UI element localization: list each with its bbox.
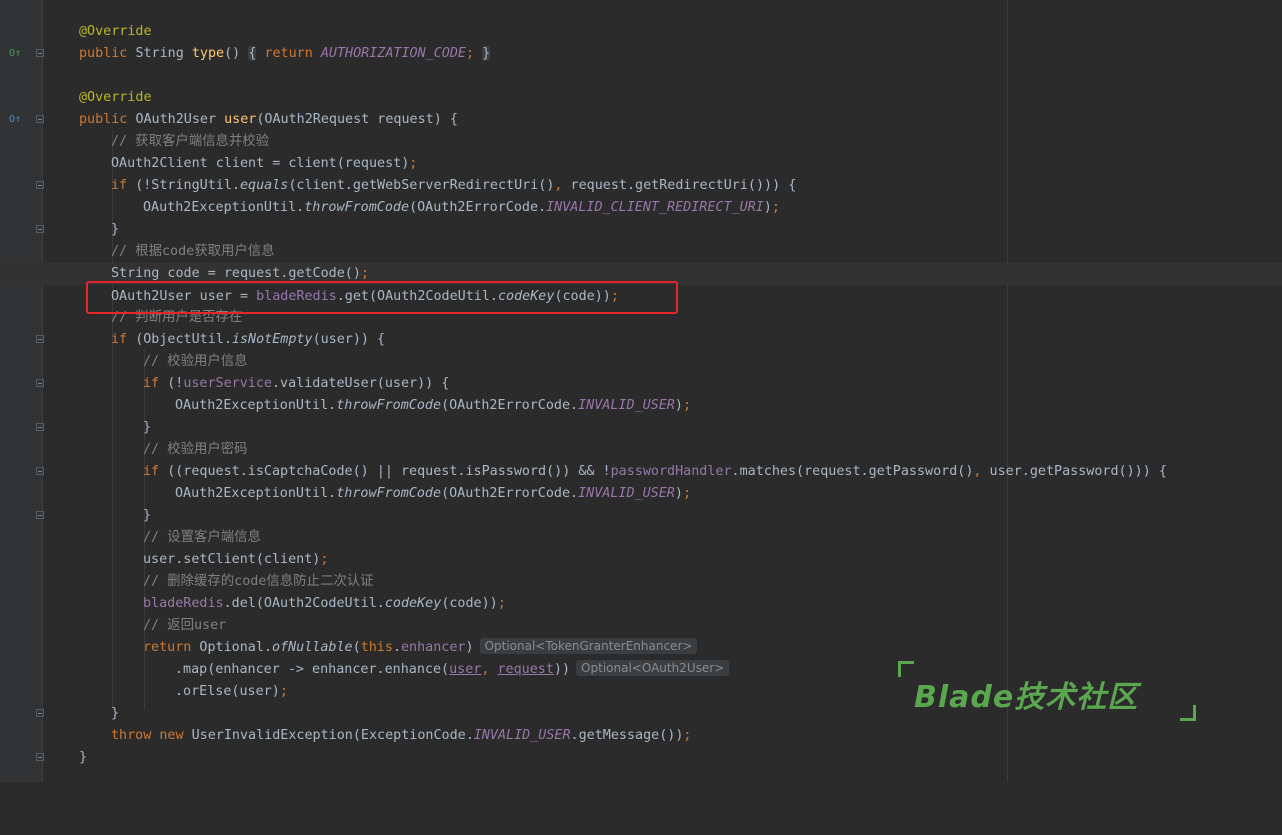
annotation: @Override: [79, 24, 152, 39]
comment: // 返回user: [143, 618, 227, 633]
code-line[interactable]: }: [0, 747, 1282, 769]
comment: // 获取客户端信息并校验: [111, 134, 270, 149]
code-line[interactable]: // 根据code获取用户信息: [0, 241, 1282, 263]
code-line[interactable]: // 校验用户信息: [0, 351, 1282, 373]
comment: // 校验用户信息: [143, 354, 248, 369]
code-line[interactable]: // 校验用户密码: [0, 439, 1282, 461]
fold-toggle-icon[interactable]: [36, 423, 44, 431]
fold-toggle-icon[interactable]: [36, 709, 44, 717]
comment: // 校验用户密码: [143, 442, 248, 457]
code-line[interactable]: OAuth2ExceptionUtil.throwFromCode(OAuth2…: [0, 197, 1282, 219]
fold-toggle-icon[interactable]: [36, 49, 44, 57]
code-line[interactable]: @Override: [0, 87, 1282, 109]
watermark-bracket-close: [1180, 705, 1196, 721]
override-method-icon[interactable]: O↑: [9, 109, 21, 131]
code-line[interactable]: }: [0, 417, 1282, 439]
code-line[interactable]: OAuth2Client client = client(request);: [0, 153, 1282, 175]
code-line[interactable]: if ((request.isCaptchaCode() || request.…: [0, 461, 1282, 483]
code-line[interactable]: throw new UserInvalidException(Exception…: [0, 725, 1282, 747]
code-line[interactable]: if (!StringUtil.equals(client.getWebServ…: [0, 175, 1282, 197]
code-line[interactable]: // 删除缓存的code信息防止二次认证: [0, 571, 1282, 593]
comment: // 删除缓存的code信息防止二次认证: [143, 574, 374, 589]
code-line[interactable]: O↑ public String type() { return AUTHORI…: [0, 43, 1282, 65]
code-line[interactable]: if (!userService.validateUser(user)) {: [0, 373, 1282, 395]
code-line[interactable]: // 设置客户端信息: [0, 527, 1282, 549]
fold-toggle-icon[interactable]: [36, 225, 44, 233]
comment: // 根据code获取用户信息: [111, 244, 275, 259]
code-line[interactable]: }: [0, 505, 1282, 527]
annotation: @Override: [79, 90, 152, 105]
code-line[interactable]: }: [0, 219, 1282, 241]
code-line[interactable]: bladeRedis.del(OAuth2CodeUtil.codeKey(co…: [0, 593, 1282, 615]
fold-toggle-icon[interactable]: [36, 115, 44, 123]
fold-toggle-icon[interactable]: [36, 467, 44, 475]
code-line[interactable]: OAuth2ExceptionUtil.throwFromCode(OAuth2…: [0, 483, 1282, 505]
comment: // 设置客户端信息: [143, 530, 261, 545]
code-line[interactable]: return Optional.ofNullable(this.enhancer…: [0, 637, 1282, 659]
type-inlay-hint: Optional<TokenGranterEnhancer>: [479, 638, 698, 654]
code-line[interactable]: // 返回user: [0, 615, 1282, 637]
fold-toggle-icon[interactable]: [36, 335, 44, 343]
highlight-box: [86, 281, 678, 314]
code-line[interactable]: OAuth2ExceptionUtil.throwFromCode(OAuth2…: [0, 395, 1282, 417]
override-method-icon[interactable]: O↑: [9, 43, 21, 65]
code-line[interactable]: @Override: [0, 21, 1282, 43]
folded-region-open[interactable]: {: [248, 46, 257, 61]
folded-region-close[interactable]: }: [482, 46, 491, 61]
watermark-bracket-open: [898, 661, 914, 677]
fold-toggle-icon[interactable]: [36, 753, 44, 761]
type-inlay-hint: Optional<OAuth2User>: [576, 660, 730, 676]
code-line[interactable]: user.setClient(client);: [0, 549, 1282, 571]
code-line[interactable]: // 获取客户端信息并校验: [0, 131, 1282, 153]
code-line[interactable]: if (ObjectUtil.isNotEmpty(user)) {: [0, 329, 1282, 351]
fold-toggle-icon[interactable]: [36, 181, 44, 189]
code-line[interactable]: O↑ public OAuth2User user(OAuth2Request …: [0, 109, 1282, 131]
watermark: Blade技术社区: [914, 680, 1139, 715]
fold-toggle-icon[interactable]: [36, 511, 44, 519]
fold-toggle-icon[interactable]: [36, 379, 44, 387]
